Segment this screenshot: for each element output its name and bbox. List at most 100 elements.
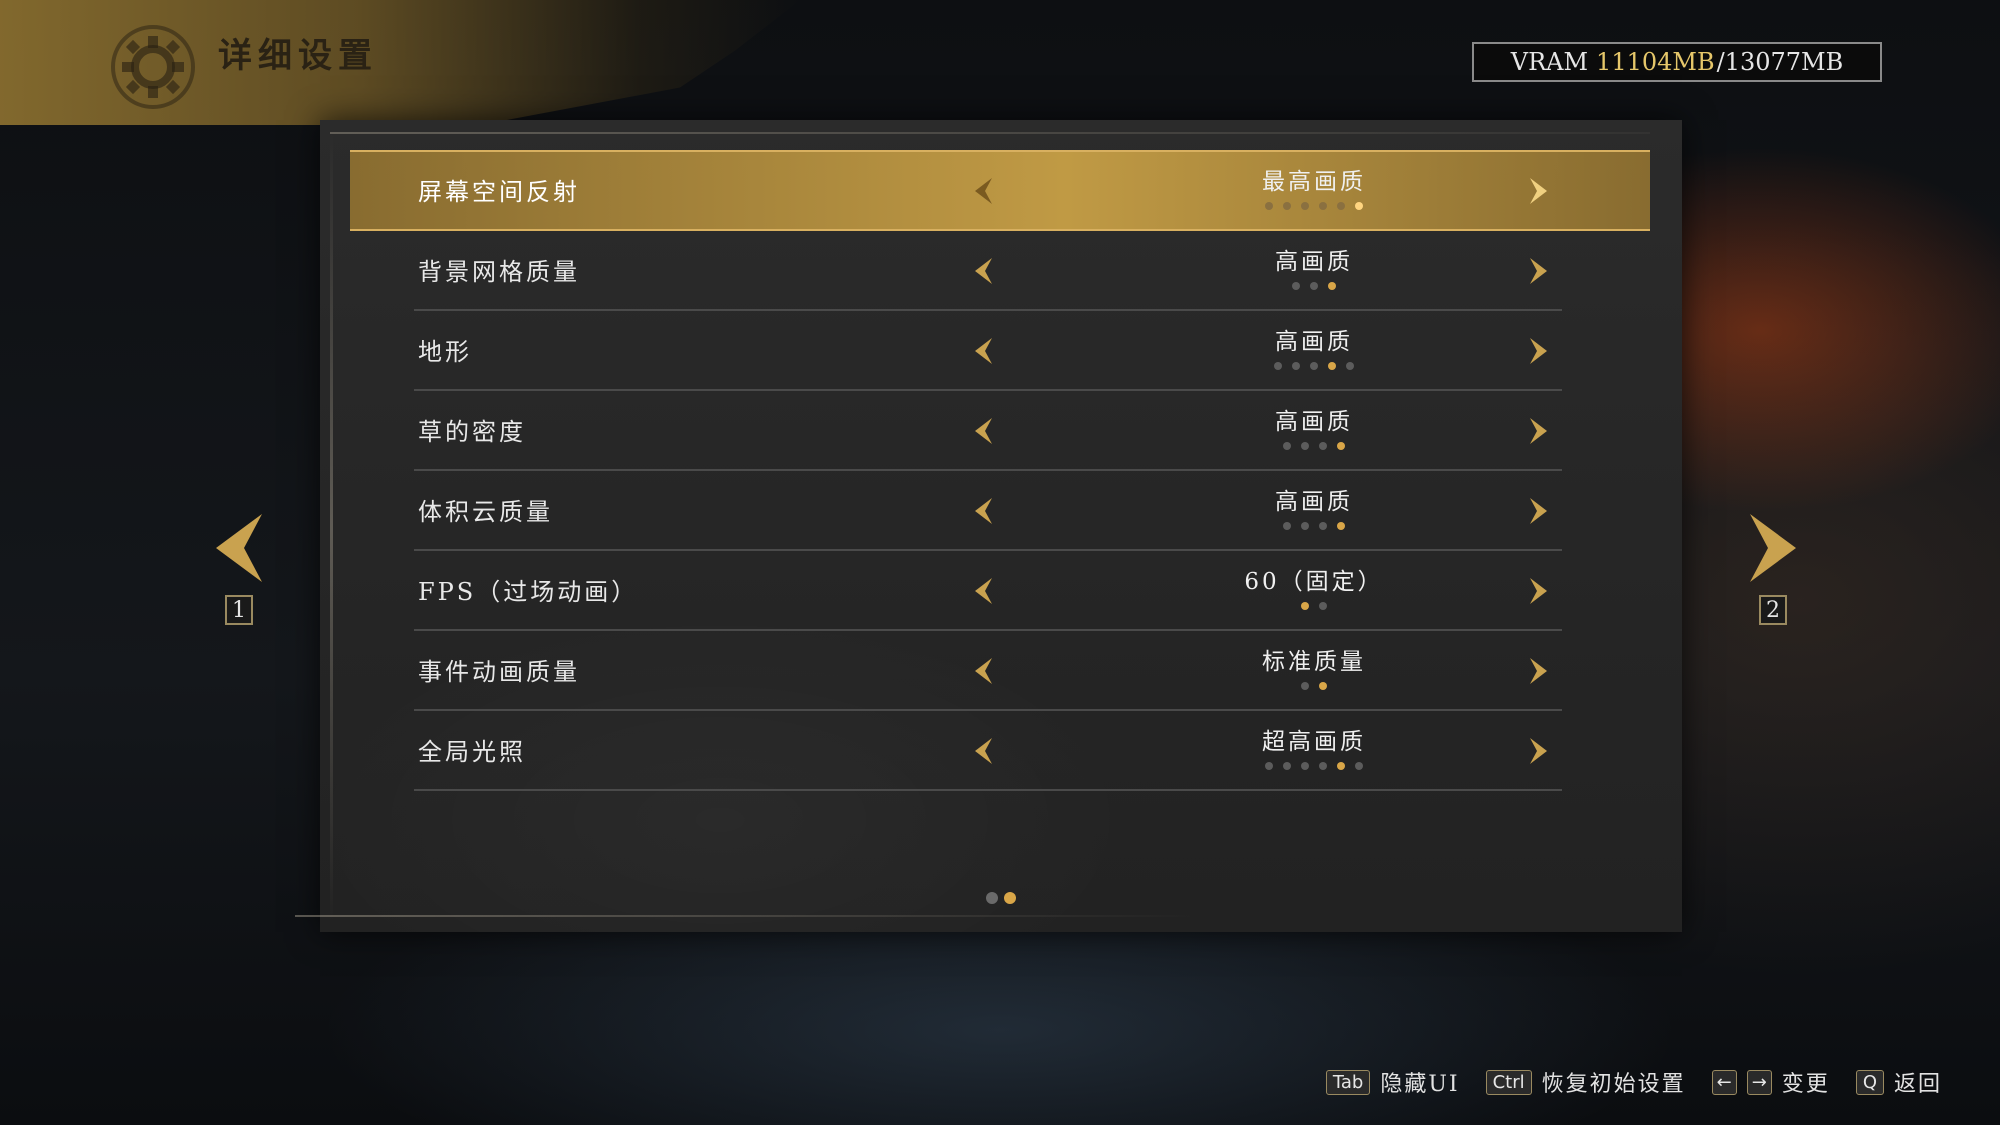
increase-arrow-icon[interactable] (1526, 176, 1550, 206)
level-dot (1265, 202, 1273, 210)
level-dot (1283, 442, 1291, 450)
level-dot (1274, 362, 1282, 370)
setting-value: 高画质 (1275, 249, 1353, 275)
level-dot-active (1355, 202, 1363, 210)
hint-reset: 恢复初始设置 (1541, 1072, 1686, 1097)
gear-icon (111, 25, 195, 109)
page-title: 详细设置 (218, 36, 378, 76)
decrease-arrow-icon[interactable] (972, 576, 996, 606)
level-dot-active (1319, 682, 1327, 690)
level-dots (1174, 442, 1454, 450)
previous-page-arrow-icon[interactable] (212, 512, 266, 584)
level-dots (1174, 762, 1454, 770)
level-dot (1301, 762, 1309, 770)
level-dot (1283, 522, 1291, 530)
setting-value: 最高画质 (1262, 169, 1366, 195)
increase-arrow-icon[interactable] (1526, 656, 1550, 686)
setting-label: 全局光照 (418, 738, 526, 766)
next-page-number: 2 (1759, 595, 1787, 625)
setting-label: 地形 (418, 338, 472, 366)
setting-value-group: 最高画质 (1174, 162, 1454, 210)
setting-value-group: 超高画质 (1174, 722, 1454, 770)
setting-value: 高画质 (1275, 329, 1353, 355)
level-dots (1174, 202, 1454, 210)
key-q[interactable]: Q (1855, 1069, 1884, 1095)
level-dots (1174, 282, 1454, 290)
setting-row[interactable]: 草的密度 高画质 (414, 392, 1562, 471)
level-dot (1346, 362, 1354, 370)
level-dot (1337, 202, 1345, 210)
hint-change: 变更 (1781, 1072, 1830, 1097)
footer-hints: Tab 隐藏UI Ctrl 恢复初始设置 ← → 变更 Q 返回 (1325, 1066, 1942, 1098)
hint-hide-ui: 隐藏UI (1380, 1072, 1460, 1097)
panel-border (330, 132, 333, 922)
key-tab[interactable]: Tab (1325, 1069, 1371, 1095)
vram-prefix: VRAM (1510, 48, 1589, 76)
setting-label: FPS（过场动画） (418, 578, 639, 606)
panel-border-bottom (295, 915, 1195, 917)
decrease-arrow-icon[interactable] (972, 256, 996, 286)
level-dot (1355, 762, 1363, 770)
setting-label: 事件动画质量 (418, 658, 580, 686)
level-dots (1174, 682, 1454, 690)
level-dot (1319, 602, 1327, 610)
page-dot (986, 892, 998, 904)
next-page-arrow-icon[interactable] (1746, 512, 1800, 584)
setting-value: 高画质 (1275, 409, 1353, 435)
level-dot (1301, 442, 1309, 450)
increase-arrow-icon[interactable] (1526, 256, 1550, 286)
level-dot-active (1301, 602, 1309, 610)
level-dots (1174, 362, 1454, 370)
setting-value: 超高画质 (1262, 729, 1366, 755)
setting-value: 60（固定） (1244, 569, 1384, 595)
setting-row[interactable]: 体积云质量 高画质 (414, 472, 1562, 551)
decrease-arrow-icon[interactable] (972, 736, 996, 766)
setting-label: 草的密度 (418, 418, 526, 446)
decrease-arrow-icon[interactable] (972, 336, 996, 366)
level-dot (1319, 442, 1327, 450)
setting-row[interactable]: 全局光照 超高画质 (414, 712, 1562, 791)
level-dot (1319, 522, 1327, 530)
level-dot-active (1328, 282, 1336, 290)
level-dot (1265, 762, 1273, 770)
key-right-arrow-icon[interactable]: → (1746, 1069, 1772, 1095)
decrease-arrow-icon[interactable] (972, 496, 996, 526)
page-dot-active (1004, 892, 1016, 904)
setting-value: 高画质 (1275, 489, 1353, 515)
decrease-arrow-icon[interactable] (972, 176, 996, 206)
setting-value-group: 高画质 (1174, 242, 1454, 290)
setting-value: 标准质量 (1262, 649, 1366, 675)
setting-label: 体积云质量 (418, 498, 553, 526)
level-dot (1310, 282, 1318, 290)
setting-value-group: 高画质 (1174, 482, 1454, 530)
setting-value-group: 60（固定） (1174, 562, 1454, 610)
hint-back: 返回 (1893, 1072, 1942, 1097)
setting-value-group: 高画质 (1174, 322, 1454, 370)
level-dot (1283, 202, 1291, 210)
increase-arrow-icon[interactable] (1526, 736, 1550, 766)
page-indicator (986, 892, 1016, 904)
vram-total: /13077MB (1716, 48, 1844, 76)
key-ctrl[interactable]: Ctrl (1485, 1069, 1532, 1095)
level-dot (1283, 762, 1291, 770)
increase-arrow-icon[interactable] (1526, 496, 1550, 526)
previous-page-number: 1 (225, 595, 253, 625)
settings-list: 屏幕空间反射 最高画质 背景网格质量 高画质 地形 高画质 草的密度 高画质 体积云质量 高画质 F… (350, 150, 1650, 792)
increase-arrow-icon[interactable] (1526, 576, 1550, 606)
setting-row[interactable]: 背景网格质量 高画质 (414, 232, 1562, 311)
increase-arrow-icon[interactable] (1526, 416, 1550, 446)
level-dot (1292, 282, 1300, 290)
decrease-arrow-icon[interactable] (972, 416, 996, 446)
decrease-arrow-icon[interactable] (972, 656, 996, 686)
level-dot (1319, 202, 1327, 210)
vram-used: 11104MB (1596, 48, 1715, 76)
setting-row[interactable]: 地形 高画质 (414, 312, 1562, 391)
setting-row[interactable]: 事件动画质量 标准质量 (414, 632, 1562, 711)
increase-arrow-icon[interactable] (1526, 336, 1550, 366)
level-dot-active (1337, 522, 1345, 530)
setting-value-group: 高画质 (1174, 402, 1454, 450)
setting-row[interactable]: FPS（过场动画） 60（固定） (414, 552, 1562, 631)
setting-row[interactable]: 屏幕空间反射 最高画质 (350, 150, 1650, 231)
level-dot (1301, 522, 1309, 530)
key-left-arrow-icon[interactable]: ← (1711, 1069, 1737, 1095)
